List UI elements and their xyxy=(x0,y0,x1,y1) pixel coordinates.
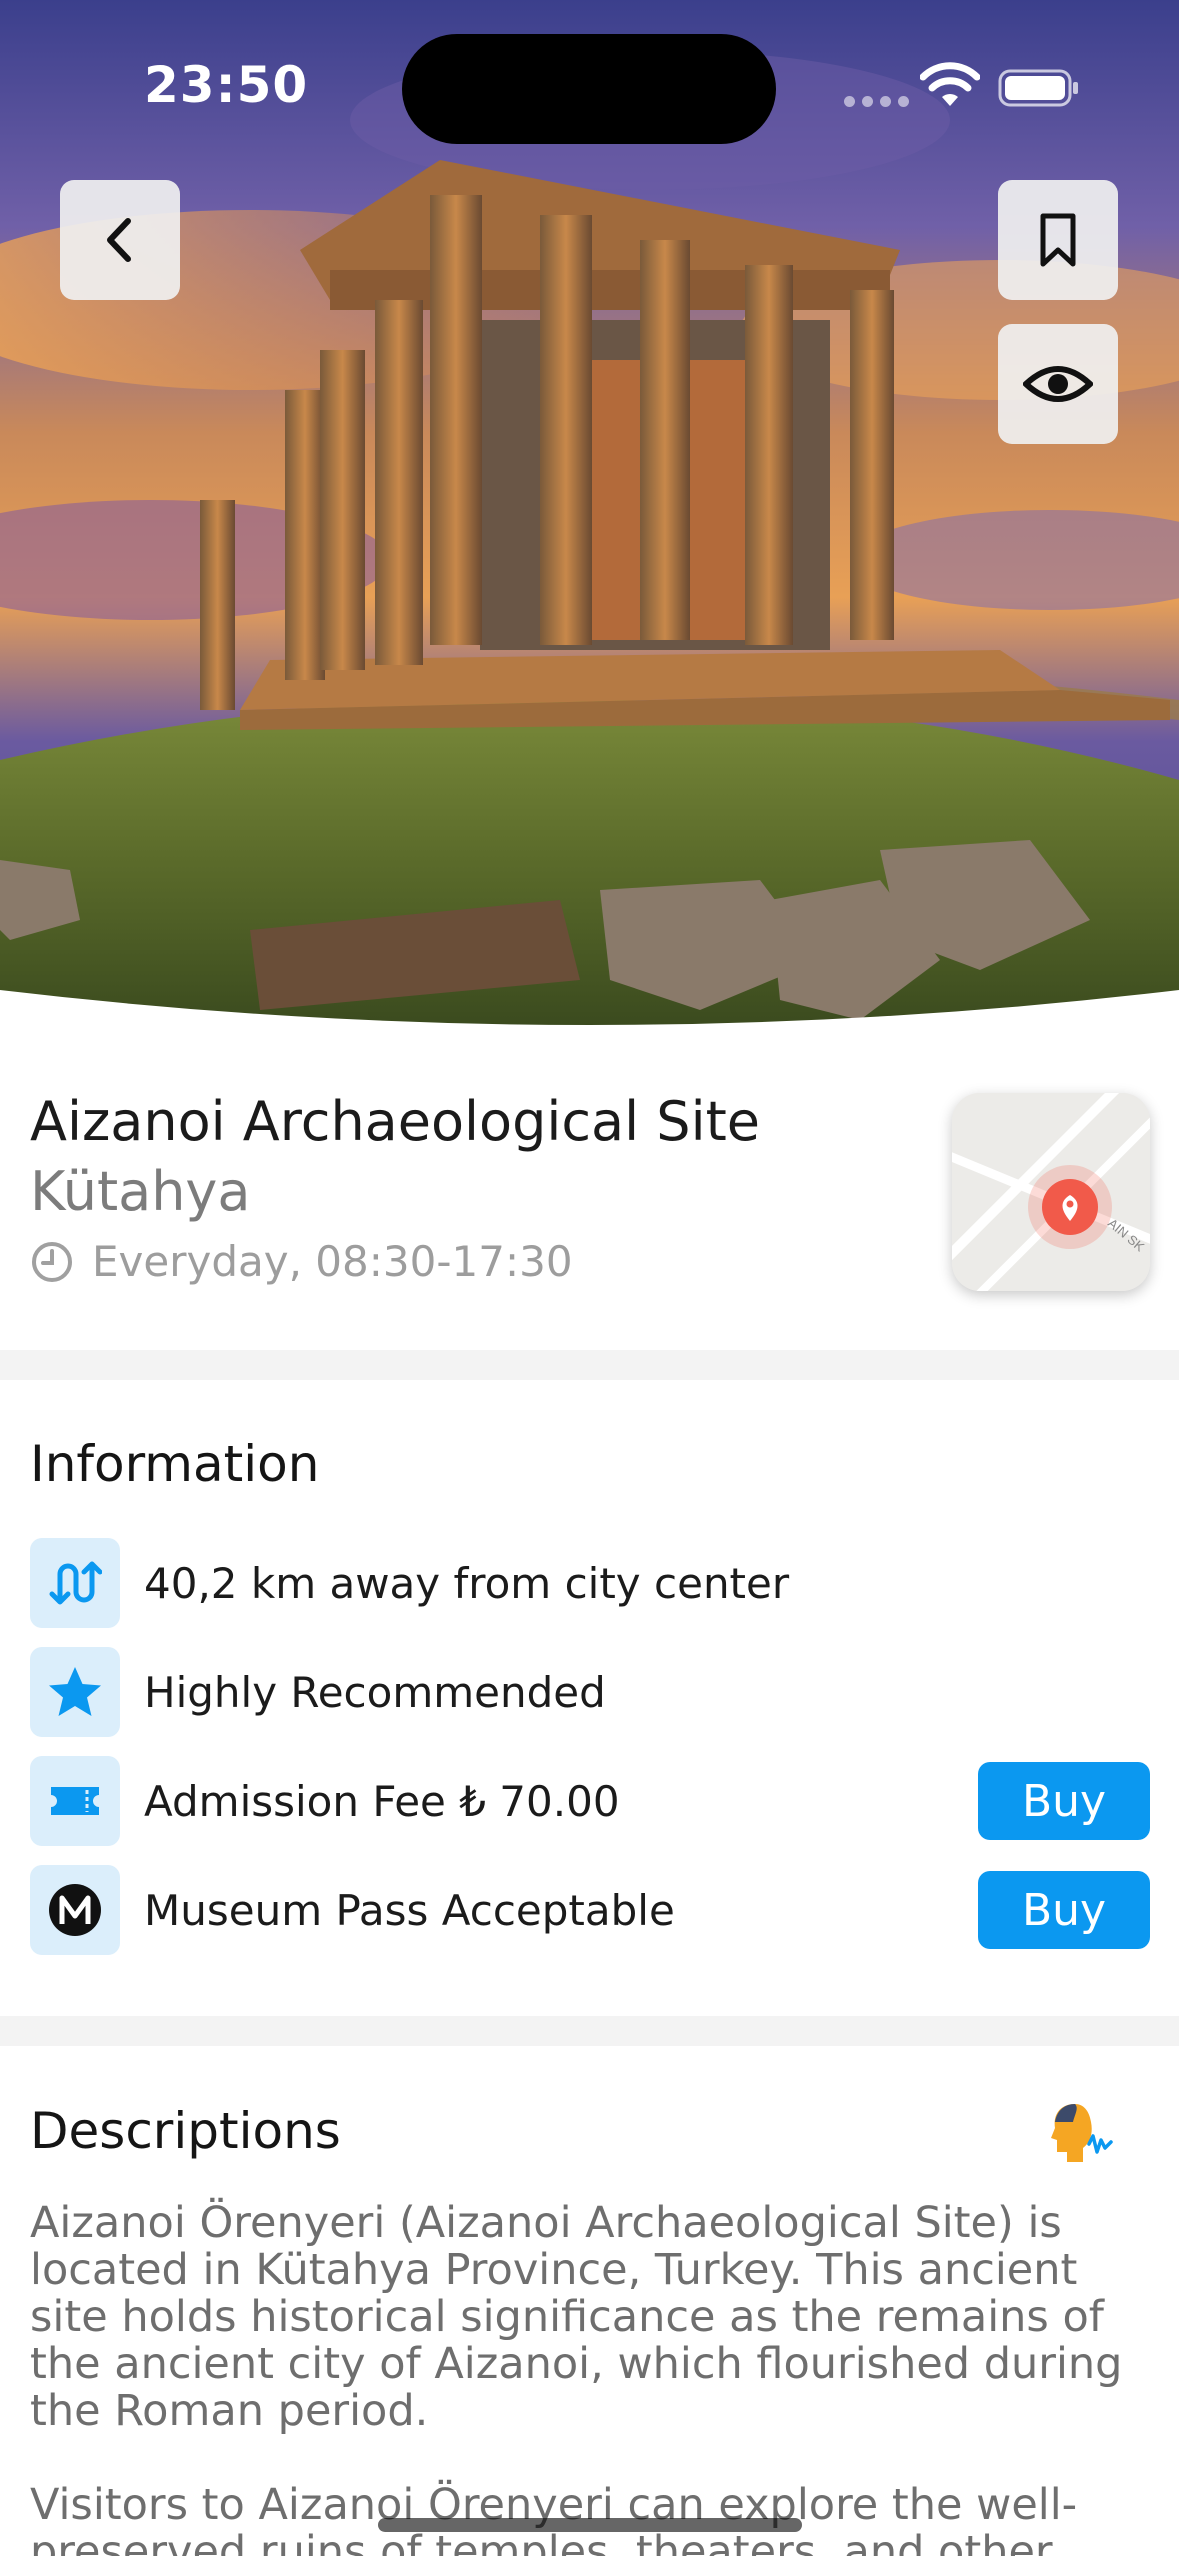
eye-icon xyxy=(1023,366,1093,402)
info-distance-row: 40,2 km away from city center xyxy=(30,1538,1150,1628)
view-button[interactable] xyxy=(998,324,1118,444)
star-icon xyxy=(30,1647,120,1737)
distance-text: 40,2 km away from city center xyxy=(144,1558,790,1608)
wifi-icon xyxy=(920,62,980,106)
map-preview: AIN SK xyxy=(952,1093,1150,1291)
home-indicator[interactable] xyxy=(378,2518,802,2532)
museum-pass-icon xyxy=(30,1865,120,1955)
info-admission-row: Admission Fee ₺ 70.00 Buy xyxy=(30,1756,1150,1846)
audio-guide-icon[interactable] xyxy=(1045,2098,1115,2168)
place-city: Kütahya xyxy=(30,1160,251,1223)
section-divider xyxy=(0,1350,1179,1380)
place-title: Aizanoi Archaeological Site xyxy=(30,1090,760,1153)
bookmark-button[interactable] xyxy=(998,180,1118,300)
museum-pass-text: Museum Pass Acceptable xyxy=(144,1885,675,1935)
description-text: Aizanoi Örenyeri (Aizanoi Archaeological… xyxy=(30,2200,1155,2556)
route-icon xyxy=(30,1538,120,1628)
status-bar: 23:50 xyxy=(0,0,1179,170)
opening-hours-text: Everyday, 08:30-17:30 xyxy=(92,1237,573,1286)
bookmark-icon xyxy=(1040,213,1076,267)
dynamic-island xyxy=(402,34,776,144)
opening-hours: Everyday, 08:30-17:30 xyxy=(30,1237,573,1286)
description-paragraph: Aizanoi Örenyeri (Aizanoi Archaeological… xyxy=(30,2198,1123,2436)
back-button[interactable] xyxy=(60,180,180,300)
clock-icon xyxy=(32,1241,72,1282)
buy-museum-pass-button[interactable]: Buy xyxy=(978,1871,1150,1949)
descriptions-title: Descriptions xyxy=(30,2102,341,2160)
section-divider xyxy=(0,2016,1179,2046)
cellular-signal-icon xyxy=(844,96,909,107)
info-museum-pass-row: Museum Pass Acceptable Buy xyxy=(30,1865,1150,1955)
map-thumbnail[interactable]: AIN SK xyxy=(952,1093,1150,1291)
status-time: 23:50 xyxy=(144,56,309,114)
info-recommended-row: Highly Recommended xyxy=(30,1647,1150,1737)
buy-ticket-button[interactable]: Buy xyxy=(978,1762,1150,1840)
battery-icon xyxy=(998,69,1078,107)
chevron-left-icon xyxy=(107,218,131,262)
information-title: Information xyxy=(30,1435,320,1493)
admission-fee-text: Admission Fee ₺ 70.00 xyxy=(144,1776,620,1826)
ticket-icon xyxy=(30,1756,120,1846)
recommended-text: Highly Recommended xyxy=(144,1667,606,1717)
